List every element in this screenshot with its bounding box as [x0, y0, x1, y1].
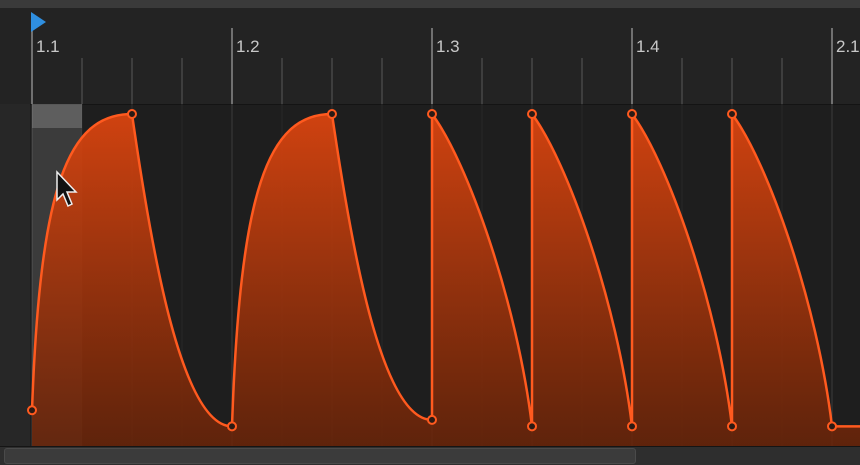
bar-labels: 1.1 1.2 1.3 1.4 2.1 — [36, 37, 860, 56]
envelope-fill — [32, 114, 860, 446]
bar-label: 1.1 — [36, 37, 60, 56]
envelope-node[interactable] — [27, 405, 37, 416]
envelope-node[interactable] — [327, 109, 337, 119]
bar-label: 1.3 — [436, 37, 460, 56]
loop-region-handle[interactable] — [32, 104, 82, 128]
bar-label: 2.1 — [836, 37, 860, 56]
envelope-node[interactable] — [527, 109, 537, 119]
envelope-node[interactable] — [427, 109, 437, 119]
bar-label: 1.4 — [636, 37, 660, 56]
timeline-canvas[interactable]: 1.1 1.2 1.3 1.4 2.1 — [0, 0, 860, 464]
envelope-node[interactable] — [727, 109, 737, 119]
playhead-marker-icon[interactable] — [31, 12, 46, 32]
envelope-node[interactable] — [127, 109, 137, 119]
bar-label: 1.2 — [236, 37, 260, 56]
ruler-ticks — [31, 28, 833, 104]
envelope-node[interactable] — [827, 421, 837, 432]
envelope-node[interactable] — [727, 421, 737, 432]
envelope-node[interactable] — [627, 421, 637, 432]
envelope-node[interactable] — [627, 109, 637, 119]
envelope-node[interactable] — [427, 414, 437, 425]
envelope-node[interactable] — [227, 421, 237, 432]
envelope-node[interactable] — [527, 421, 537, 432]
